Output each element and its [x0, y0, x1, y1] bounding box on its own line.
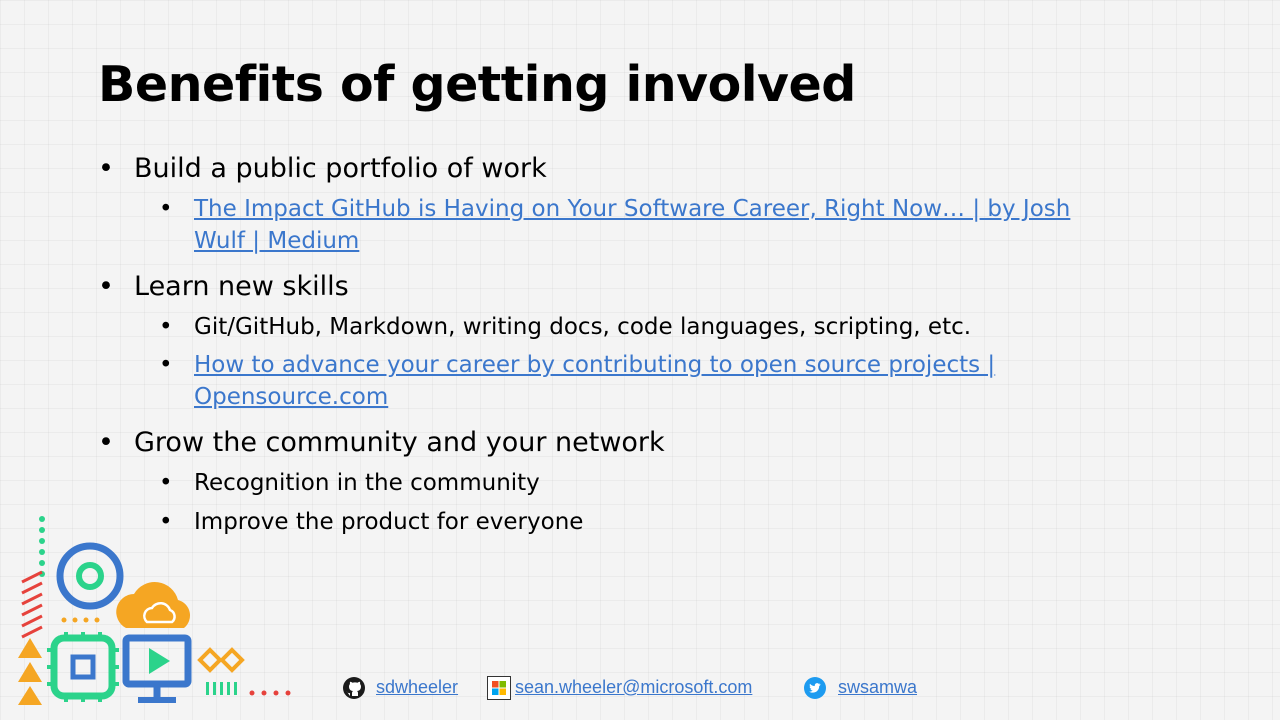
- bullet-glyph: •: [159, 470, 173, 496]
- sub-bullet-opensource-article-cont: Opensource.com: [194, 384, 388, 410]
- bullet-glyph: •: [98, 427, 114, 458]
- sub-bullet-recognition: • Recognition in the community: [159, 470, 540, 496]
- bullet-glyph: •: [159, 196, 173, 222]
- footer-twitter: swsamwa: [803, 676, 943, 702]
- footer-email: sean.wheeler@microsoft.com: [487, 676, 787, 702]
- target-icon: [56, 542, 124, 610]
- github-username-link[interactable]: sdwheeler: [376, 677, 458, 698]
- sub-bullet-github-article: • The Impact GitHub is Having on Your So…: [159, 196, 1070, 222]
- chip-icon: [47, 632, 119, 702]
- orange-diamonds-decoration: [197, 647, 245, 673]
- github-icon: [343, 677, 365, 699]
- bullet-glyph: •: [159, 352, 173, 378]
- bullet-glyph: •: [98, 153, 114, 184]
- footer-github: sdwheeler: [342, 676, 482, 702]
- sub-bullet-github-article-cont: Wulf | Medium: [194, 228, 359, 254]
- bullet-skills: • Learn new skills: [98, 271, 349, 302]
- bullet-portfolio: • Build a public portfolio of work: [98, 153, 547, 184]
- bullet-text: Learn new skills: [134, 271, 349, 302]
- opensource-article-link-line1[interactable]: How to advance your career by contributi…: [194, 352, 995, 378]
- sub-bullet-opensource-article: • How to advance your career by contribu…: [159, 352, 995, 378]
- bullet-text: Recognition in the community: [194, 470, 540, 496]
- email-link[interactable]: sean.wheeler@microsoft.com: [515, 677, 752, 698]
- red-diagonal-stripes-decoration: [21, 570, 43, 639]
- orange-dots-decoration: [61, 617, 100, 623]
- twitter-handle-link[interactable]: swsamwa: [838, 677, 917, 698]
- opensource-article-link-line2[interactable]: Opensource.com: [194, 384, 388, 410]
- github-article-link-line2[interactable]: Wulf | Medium: [194, 228, 359, 254]
- github-article-link-line1[interactable]: The Impact GitHub is Having on Your Soft…: [194, 196, 1070, 222]
- bullet-glyph: •: [159, 314, 173, 340]
- sub-bullet-skills-list: • Git/GitHub, Markdown, writing docs, co…: [159, 314, 972, 340]
- bullet-glyph: •: [98, 271, 114, 302]
- green-bars-decoration: [206, 682, 237, 695]
- green-dotted-line-decoration: [39, 516, 45, 577]
- microsoft-logo-icon: [487, 676, 511, 700]
- decorative-tech-illustration: [18, 516, 291, 705]
- cloud-icon: [116, 582, 191, 628]
- orange-triangles-decoration: [18, 638, 42, 705]
- twitter-icon: [804, 677, 826, 699]
- bullet-text: Grow the community and your network: [134, 427, 665, 458]
- monitor-play-icon: [122, 634, 192, 703]
- bullet-text: Build a public portfolio of work: [134, 153, 547, 184]
- red-dots-decoration: [249, 690, 291, 696]
- bullet-community: • Grow the community and your network: [98, 427, 665, 458]
- bullet-text: Git/GitHub, Markdown, writing docs, code…: [194, 314, 972, 340]
